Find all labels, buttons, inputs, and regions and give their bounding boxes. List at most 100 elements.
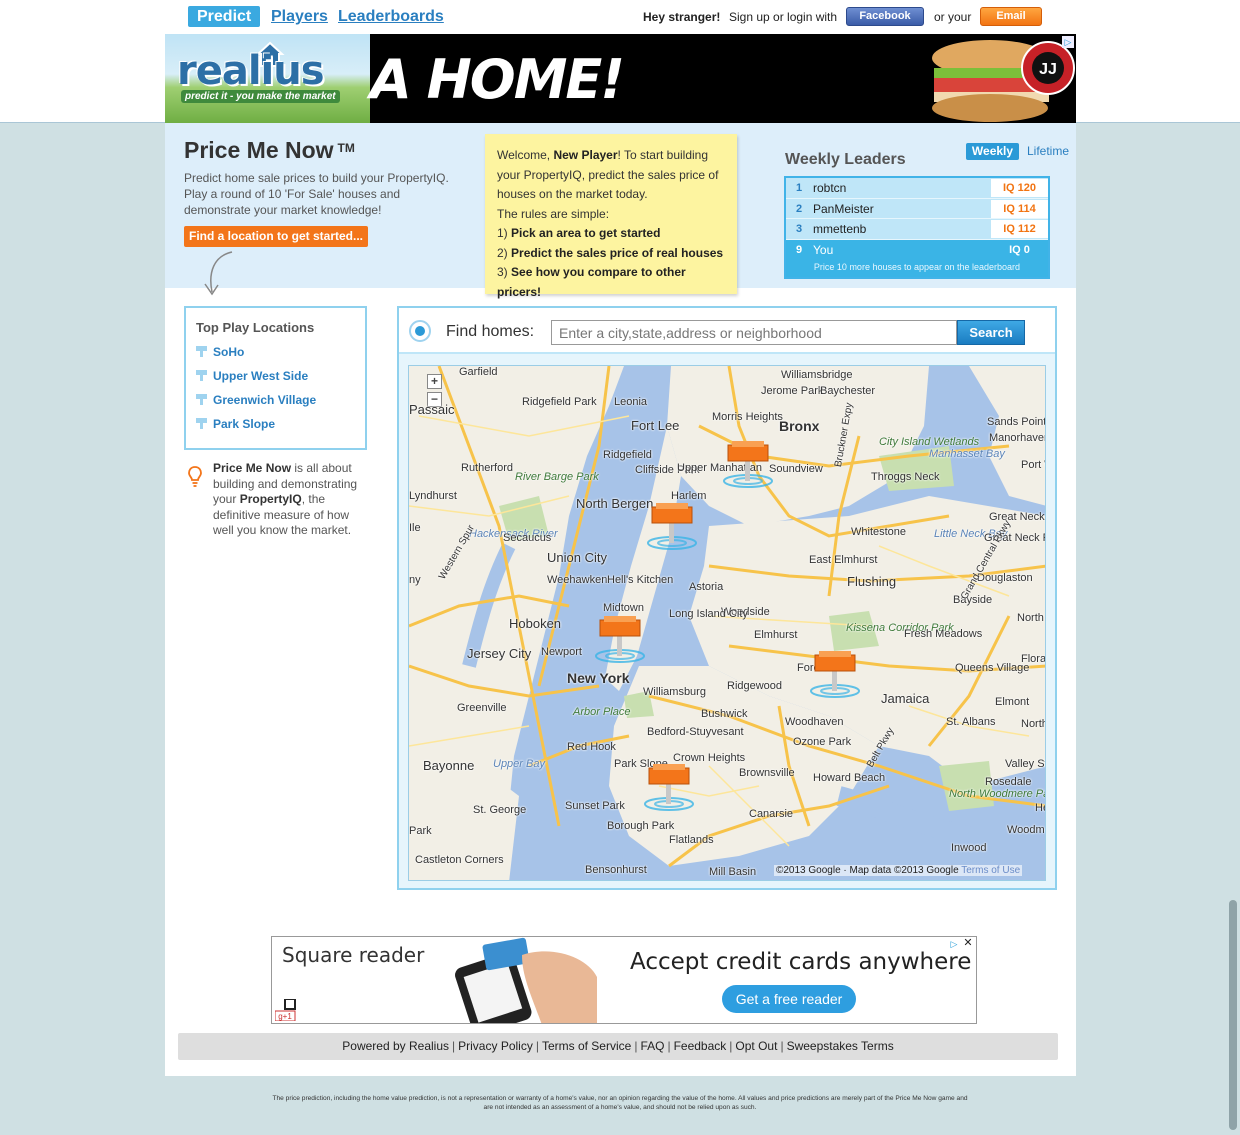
map-label: Passaic [409,402,455,417]
google-plus-one-icon[interactable]: g+1 [275,999,297,1021]
leaderboard-footer: Price 10 more houses to appear on the le… [786,257,1048,277]
leaderboard-row[interactable]: 3 mmettenb IQ 112 [786,219,1048,240]
player-label: New Player [553,148,618,162]
map-label: Crown Heights [673,752,746,764]
leaderboard-row[interactable]: 2 PanMeister IQ 114 [786,199,1048,219]
map-label: Bensonhurst [585,864,647,876]
search-button[interactable]: Search [957,320,1025,345]
iq-score: IQ 120 [991,179,1048,197]
map-label: Bedford-Stuyvesant [647,726,744,738]
ad-choices-icon[interactable]: ▷ [948,938,960,950]
ad-tagline: Accept credit cards anywhere [630,949,972,975]
map-label: Bronx [779,418,820,434]
svg-text:JJ: JJ [1039,61,1057,78]
footer-link-privacy[interactable]: Privacy Policy [458,1039,533,1053]
map-label: Rutherford [461,462,513,474]
rule-item: 2) Predict the sales price of real house… [497,244,725,264]
map-label: North Hyde [1017,612,1045,624]
lifetime-toggle[interactable]: Lifetime [1027,144,1069,158]
zoom-in-button[interactable]: + [427,374,442,389]
location-target-icon[interactable] [408,319,432,343]
map-label: Mill Basin [709,866,757,878]
location-link-park-slope[interactable]: Park Slope [196,416,275,431]
info-bold-propertyiq: PropertyIQ [239,492,302,507]
search-input[interactable] [551,320,957,345]
location-link-upper-west-side[interactable]: Upper West Side [196,368,308,383]
map-label: Elmhurst [754,629,798,641]
map-marker-icon[interactable] [646,503,704,553]
email-login-button[interactable]: Email [980,7,1042,26]
map-label: Williamsbridge [781,369,853,381]
location-label: Greenwich Village [213,393,317,407]
map-marker-icon[interactable] [809,651,867,701]
rule-text: Predict the sales price of real houses [511,245,724,260]
footer-link-terms[interactable]: Terms of Service [542,1039,631,1053]
tab-players[interactable]: Players [262,6,337,27]
page-title: Price Me Now TM [184,137,355,164]
footer-link-feedback[interactable]: Feedback [674,1039,727,1053]
banner-ad[interactable]: A HOME! JJ ▷ [370,34,1076,123]
rule-item: 3) See how you compare to other pricers! [497,263,725,302]
map-marker-icon[interactable] [643,764,701,814]
leaderboard-row[interactable]: 1 robtcn IQ 120 [786,178,1048,199]
map-label: ny [409,574,421,586]
map-label: Flatlands [669,834,714,846]
footer-link-powered-by[interactable]: Powered by Realius [342,1039,449,1053]
map-label: Ridgewood [727,680,783,692]
map-label: Elmont [995,696,1030,708]
scrollbar-thumb[interactable] [1229,900,1237,1130]
map-label: Leonia [614,396,648,408]
ad-brand: Square reader [282,943,425,967]
map-terms-link[interactable]: Terms of Use [961,865,1020,876]
map-label: North Valley Stream [1021,718,1046,730]
realius-logo[interactable]: realius predict it - you make the market [165,34,370,123]
signpost-icon [196,394,207,405]
map-label: Ile [409,522,421,534]
map-label: St. George [473,804,527,816]
map-label: Astoria [689,581,724,593]
map-label: Sunset Park [565,800,625,812]
map-label: East Elmhurst [809,554,878,566]
footer-link-opt-out[interactable]: Opt Out [735,1039,777,1053]
square-reader-ad[interactable]: Square reader Accept credit cards anywhe… [271,936,977,1024]
footer-link-faq[interactable]: FAQ [640,1039,664,1053]
map-label: Fort Lee [631,418,680,433]
trademark: TM [337,141,355,155]
top-nav: Predict Players Leaderboards Hey strange… [165,0,1076,34]
ad-choices-icon[interactable]: ▷ [1062,36,1074,48]
weekly-toggle[interactable]: Weekly [966,143,1019,160]
welcome-note: Welcome, New Player! To start building y… [485,134,737,299]
map-label: Bushwick [701,708,748,720]
rule-number: 2) [497,245,508,260]
map-label: Hell's Kitchen [607,574,674,586]
location-label: Upper West Side [213,369,309,383]
location-link-soho[interactable]: SoHo [196,344,244,359]
map-label: Weehawken [547,574,608,586]
facebook-login-button[interactable]: Facebook [846,7,924,26]
map-label: River Barge Park [515,471,599,483]
find-location-button[interactable]: Find a location to get started... [184,226,368,247]
map-label: Greenville [457,702,507,714]
map-label: Douglaston [977,572,1033,584]
map-label: City Island Wetlands [879,436,980,448]
map[interactable]: + − Garfield Williamsbridge Jerome Park Bay… [408,365,1046,881]
map-label: Queens Village [955,662,1030,674]
map-label: Brownsville [739,767,795,779]
get-free-reader-button[interactable]: Get a free reader [722,985,856,1013]
map-label: Valley Stream [1005,758,1045,770]
ad-close-icon[interactable]: ✕ [962,938,974,950]
map-label: Port Washington [1021,459,1045,471]
tab-leaderboards[interactable]: Leaderboards [329,6,453,27]
arrow-down-icon [204,251,233,296]
map-marker-icon[interactable] [594,616,652,666]
map-marker-icon[interactable] [722,441,780,491]
rank: 1 [796,182,803,194]
location-link-greenwich-village[interactable]: Greenwich Village [196,392,316,407]
rank: 3 [796,223,803,235]
footer-link-sweepstakes[interactable]: Sweepstakes Terms [787,1039,894,1053]
separator: | [452,1039,456,1053]
greeting-text: Hey stranger! [643,10,721,24]
rule-text: See how you compare to other pricers! [497,265,686,299]
sandwich-image: JJ [930,38,1076,123]
tab-predict[interactable]: Predict [188,6,261,27]
